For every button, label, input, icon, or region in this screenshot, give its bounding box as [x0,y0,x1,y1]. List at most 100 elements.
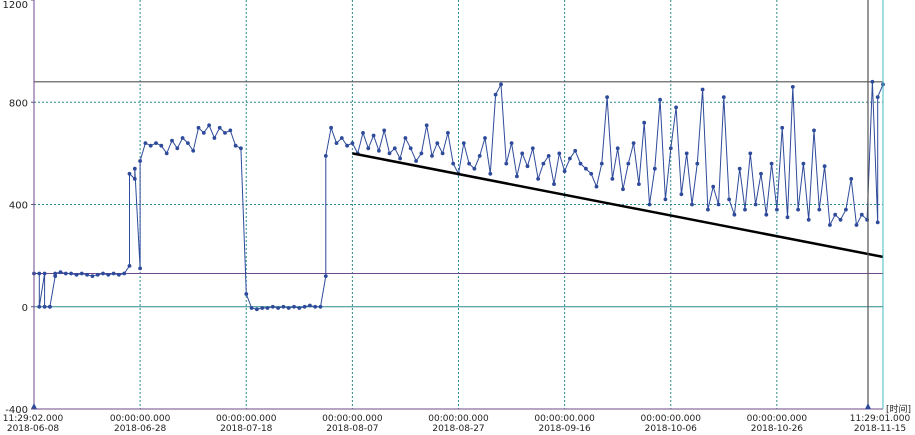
data-point [875,95,880,99]
data-point [339,136,344,140]
data-point [546,154,551,158]
data-point [37,304,42,309]
data-point [621,187,625,192]
data-point [674,105,678,110]
data-point [833,212,838,217]
data-point [255,307,259,312]
data-point [302,304,307,309]
data-point [101,271,105,276]
data-point [398,156,402,161]
data-point [727,197,731,202]
data-point [260,306,265,310]
data-point [297,306,302,310]
x-tick-date: 2018-06-08 [7,424,60,434]
data-point [769,161,774,166]
x-tick-time: 11:29:01.000 [850,414,911,424]
data-point [127,171,132,176]
data-point [642,120,647,125]
data-point [392,146,397,151]
x-tick-time: 00:00:00.000 [641,414,702,424]
data-point [652,166,657,171]
data-point [679,192,684,197]
data-point [828,223,832,227]
data-point [414,159,418,163]
data-point [467,161,471,166]
data-point [159,143,164,148]
data-point [127,264,132,268]
data-point [541,161,546,166]
data-point [822,164,827,169]
data-point [111,271,116,276]
data-point [737,166,742,171]
y-tick-label: 1200 [3,0,28,11]
data-point [515,174,519,179]
data-point [605,95,609,99]
line-chart: 12008004000-400 11:29:02.0002018-06-08 00… [3,0,911,434]
data-point [95,272,100,277]
data-point [318,304,323,309]
data-point [483,136,487,140]
data-point [329,125,333,130]
data-point [525,164,530,169]
x-tick-date: 2018-10-06 [645,424,698,434]
x-tick-date: 2018-06-28 [114,424,167,434]
data-point [313,304,318,309]
data-point [684,151,689,156]
data-point [748,151,753,156]
data-point [584,166,588,171]
data-point [244,292,249,296]
data-point [435,141,440,146]
data-point [759,171,763,176]
data-point [594,184,599,189]
data-point [509,141,514,146]
data-point [780,125,785,130]
data-point [154,141,158,146]
data-point [796,207,800,212]
x-tick-time: 00:00:00.000 [534,414,595,424]
data-point [775,207,779,212]
data-point [732,212,737,217]
data-point [387,151,392,156]
data-point [191,148,196,153]
data-point [138,266,143,271]
data-point [615,146,620,151]
x-tick-time: 00:00:00.000 [428,414,489,424]
data-point [419,151,424,156]
y-axis-ticks: 12008004000-400 [3,0,34,416]
cursor-marker [865,403,871,409]
data-point [658,97,662,102]
data-point [870,79,875,84]
data-point [58,270,63,275]
data-point [440,151,445,156]
data-point [79,271,84,276]
data-point [695,161,700,166]
data-point [806,217,811,222]
data-point [499,82,503,87]
data-point [286,306,291,310]
data-point [530,146,535,151]
data-point [690,202,694,207]
data-point [143,141,148,146]
x-tick-time: 00:00:00.000 [747,414,808,424]
data-point [334,141,339,146]
data-point [69,271,73,276]
data-point [637,182,641,187]
x-tick-time: 11:29:02.000 [3,414,64,424]
x-tick-time: 00:00:00.000 [110,414,171,424]
data-point [520,151,525,156]
data-point [753,202,758,207]
data-point [557,151,562,156]
data-point [859,212,864,217]
data-point [743,207,747,212]
data-point [180,136,185,140]
data-point [838,217,843,222]
data-point [186,141,190,146]
data-point [90,274,95,278]
x-tick-date: 2018-08-27 [432,424,484,434]
x-unit-label: [时间] [886,403,911,415]
data-point [589,171,594,176]
data-point [716,202,721,207]
data-point [573,148,578,153]
x-tick-date: 2018-10-26 [751,424,804,434]
data-point [536,177,540,181]
